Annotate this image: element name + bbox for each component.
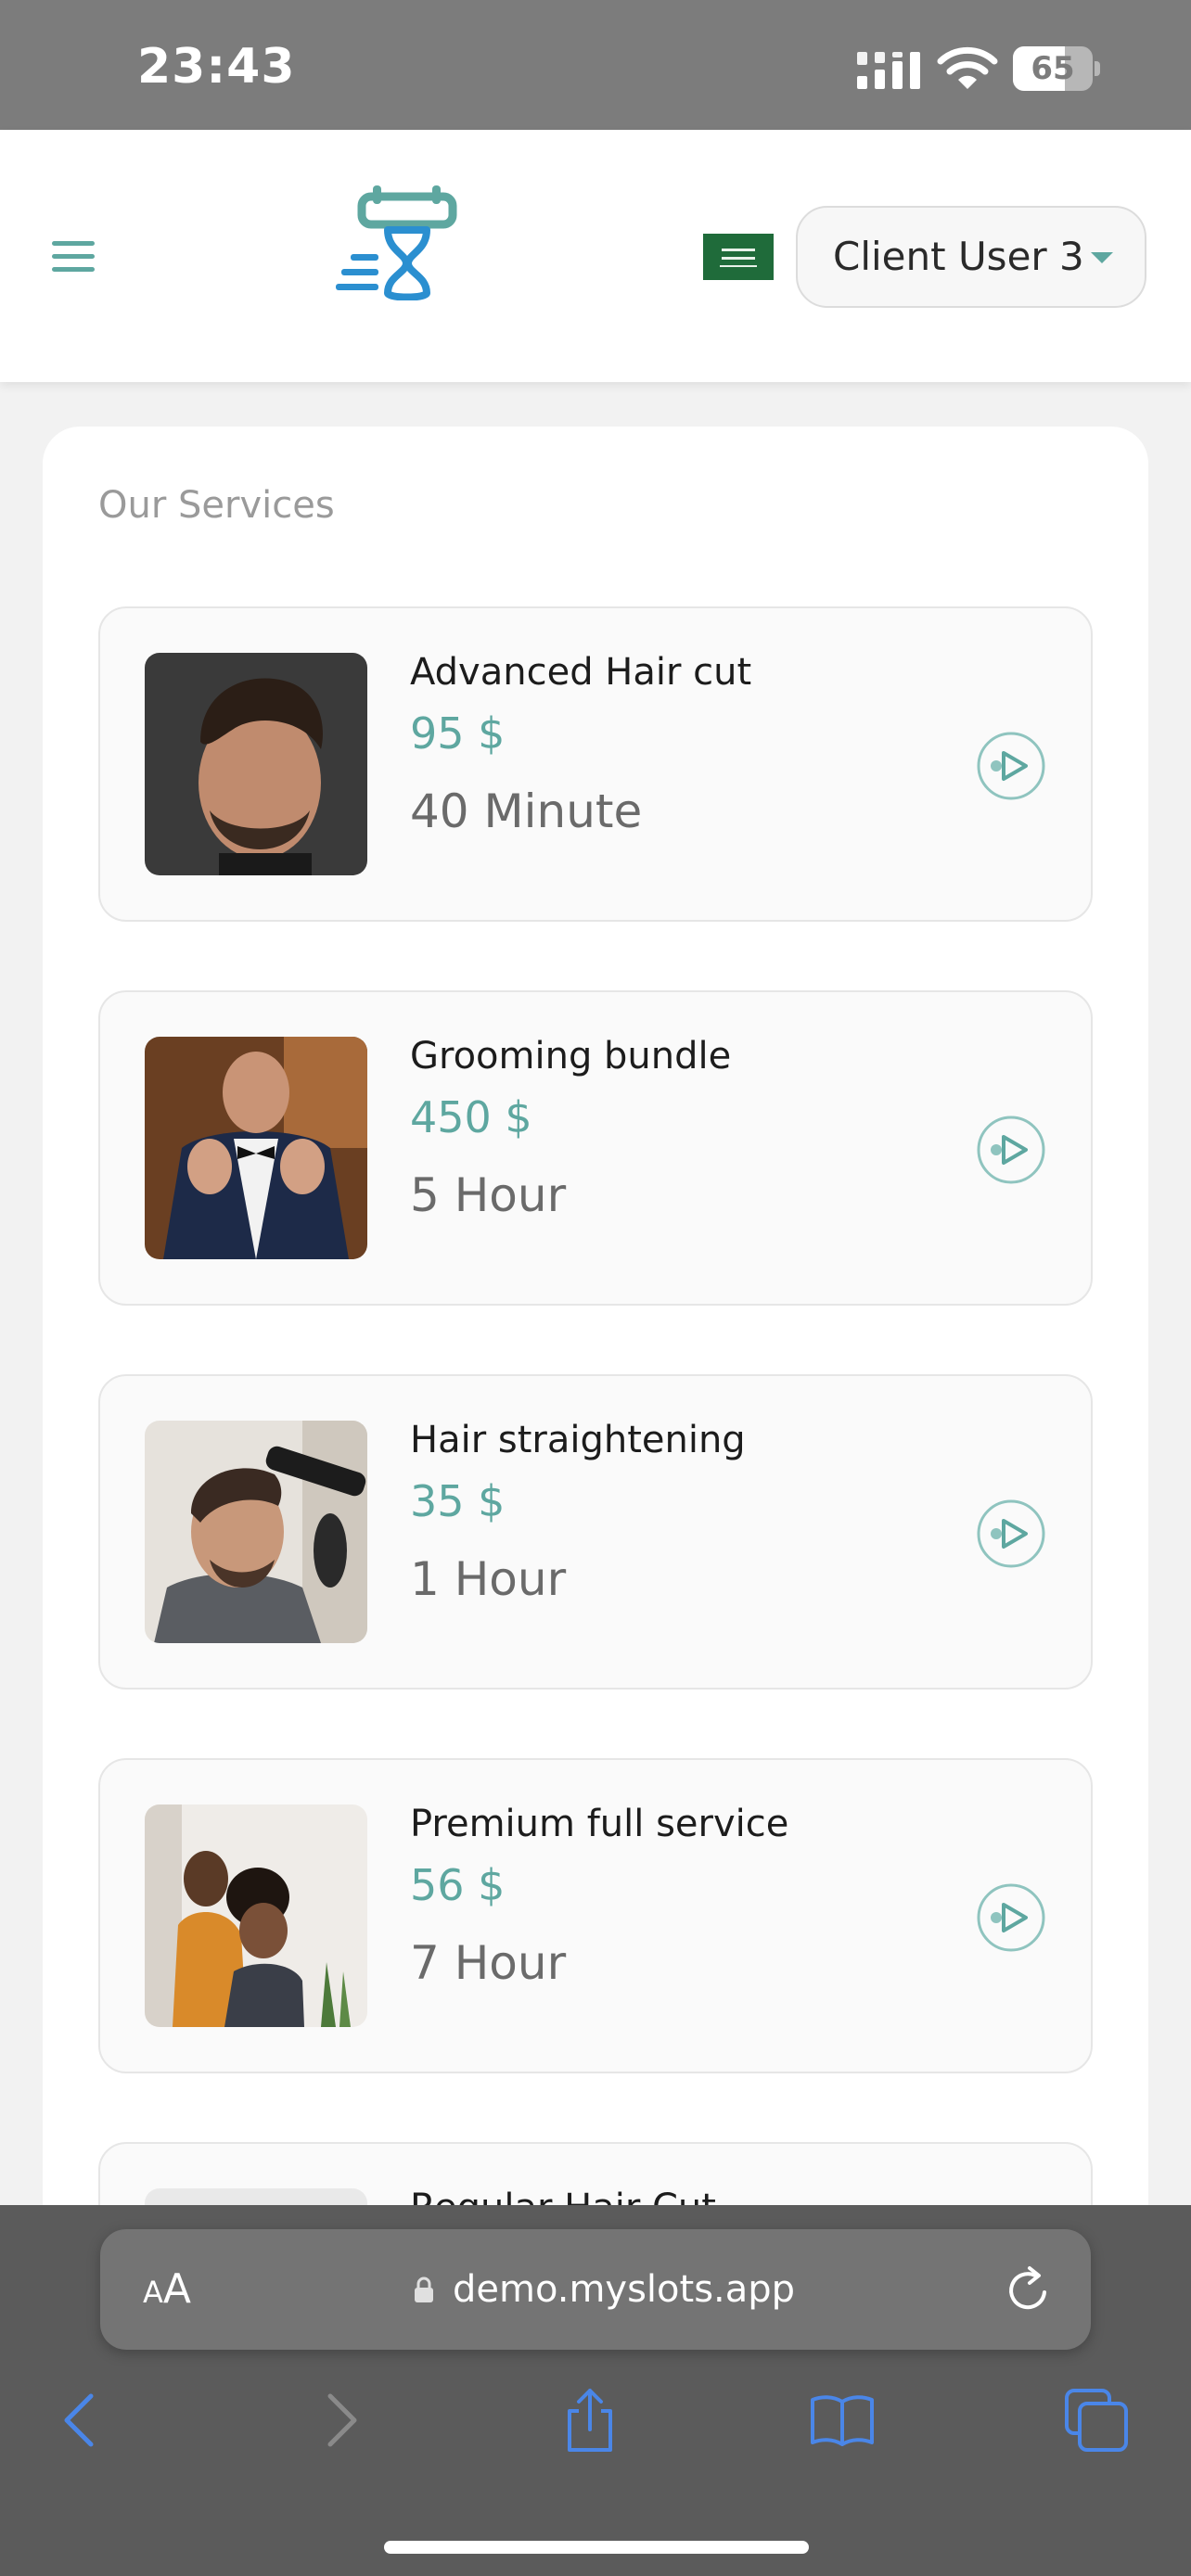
reload-icon[interactable]: [1004, 2264, 1054, 2315]
hamburger-menu-icon[interactable]: [52, 241, 98, 278]
saudi-arabia-flag-icon[interactable]: [703, 234, 774, 280]
service-duration: 1 Hour: [410, 1552, 567, 1606]
text-size-button[interactable]: AA: [143, 2229, 191, 2358]
service-name: Advanced Hair cut: [410, 651, 752, 694]
section-title: Our Services: [98, 484, 335, 527]
service-card[interactable]: Hair straightening 35 $ 1 Hour: [98, 1374, 1093, 1690]
url-text: demo.myslots.app: [453, 2268, 796, 2311]
user-dropdown[interactable]: Client User 3: [796, 206, 1146, 308]
battery-percent: 65: [1031, 50, 1075, 87]
service-price: 35 $: [410, 1476, 506, 1526]
status-bar: 23:43 65: [0, 0, 1191, 130]
share-icon[interactable]: [557, 2387, 623, 2454]
status-time: 23:43: [137, 39, 296, 95]
tabs-icon[interactable]: [1063, 2387, 1130, 2454]
caret-down-icon: [1091, 252, 1113, 263]
app-header: Client User 3: [0, 130, 1191, 382]
book-service-icon[interactable]: [976, 1115, 1046, 1185]
service-name: Hair straightening: [410, 1419, 746, 1461]
home-indicator: [384, 2541, 809, 2554]
lock-icon: [415, 2276, 433, 2302]
service-card[interactable]: Grooming bundle 450 $ 5 Hour: [98, 990, 1093, 1306]
service-duration: 5 Hour: [410, 1168, 567, 1222]
cellular-signal-icon: [857, 52, 920, 89]
book-service-icon[interactable]: [976, 1882, 1046, 1953]
browser-toolbar: AA demo.myslots.app: [0, 2205, 1191, 2576]
app-logo-icon[interactable]: [336, 184, 462, 300]
service-image: [145, 1421, 367, 1643]
service-card[interactable]: Premium full service 56 $ 7 Hour: [98, 1758, 1093, 2073]
forward-icon[interactable]: [306, 2387, 373, 2454]
service-card[interactable]: Advanced Hair cut 95 $ 40 Minute: [98, 606, 1093, 922]
service-image: [145, 1804, 367, 2027]
wifi-icon: [937, 46, 998, 89]
service-duration: 7 Hour: [410, 1936, 567, 1990]
service-image: [145, 1037, 367, 1259]
services-panel: Our Services Advanced Hair cut 95 $ 40 M…: [43, 427, 1148, 2457]
user-name: Client User 3: [833, 234, 1084, 279]
book-service-icon[interactable]: [976, 1498, 1046, 1569]
book-service-icon[interactable]: [976, 731, 1046, 801]
service-image: [145, 653, 367, 875]
service-duration: 40 Minute: [410, 784, 643, 838]
service-price: 56 $: [410, 1860, 506, 1910]
back-icon[interactable]: [48, 2387, 115, 2454]
service-name: Premium full service: [410, 1803, 789, 1845]
address-bar[interactable]: AA demo.myslots.app: [100, 2229, 1091, 2350]
service-price: 95 $: [410, 708, 506, 759]
service-name: Grooming bundle: [410, 1035, 732, 1078]
battery-icon: 65: [1013, 46, 1102, 91]
service-price: 450 $: [410, 1092, 532, 1142]
bookmarks-icon[interactable]: [809, 2387, 876, 2454]
